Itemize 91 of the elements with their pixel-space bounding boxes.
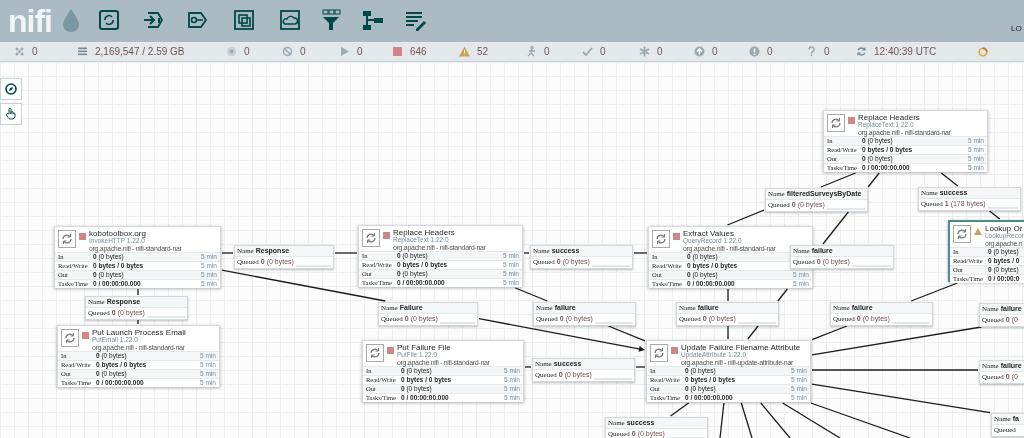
status-count: 0 — [300, 45, 306, 59]
funnel-icon[interactable] — [320, 9, 342, 32]
connection-line[interactable] — [822, 211, 849, 245]
processor-name: kobotoolbox.org — [89, 230, 147, 238]
stopped-icon — [387, 347, 394, 354]
connection-arrow[interactable] — [478, 318, 645, 352]
cluster-icon — [14, 46, 25, 57]
pan-button[interactable] — [0, 103, 22, 125]
navigate-button[interactable] — [0, 78, 22, 100]
connection-line[interactable] — [514, 287, 548, 302]
status-count: 0 — [357, 45, 363, 59]
stopped-icon — [383, 232, 390, 239]
spinner-icon — [978, 46, 988, 57]
up-arrow-circle-icon — [694, 46, 705, 57]
status-count: 0 — [824, 45, 830, 59]
connection-line[interactable] — [811, 325, 848, 341]
processor-name: Put Failure File — [397, 344, 452, 352]
connection-line[interactable] — [669, 402, 690, 417]
processor-icon — [827, 114, 845, 132]
remote-group-icon[interactable] — [279, 9, 301, 32]
connection-line[interactable] — [867, 172, 880, 188]
stopped-icon — [671, 347, 678, 354]
question-mark-icon — [806, 46, 817, 57]
connection-line[interactable] — [607, 325, 646, 342]
not-transmitting-icon — [282, 46, 293, 57]
processor-card[interactable] — [646, 340, 811, 402]
template-icon[interactable] — [362, 9, 384, 32]
status-count: 646 — [410, 45, 427, 59]
processor-icon[interactable] — [98, 9, 120, 32]
connection-line[interactable] — [811, 326, 983, 356]
hand-pointer-icon — [5, 108, 17, 120]
checkmark-icon — [582, 46, 593, 57]
status-count: 0 — [657, 45, 663, 59]
stopped-icon — [673, 233, 680, 240]
process-group-icon[interactable] — [233, 9, 255, 32]
processor-icon — [652, 230, 670, 248]
processor-name: Put Launch Process Email — [92, 329, 186, 337]
exclamation-circle-icon — [749, 46, 760, 57]
refresh-icon — [856, 46, 867, 57]
processor-icon — [362, 229, 380, 247]
processor-icon — [366, 344, 384, 362]
status-count: 52 — [477, 45, 489, 59]
connection-line[interactable] — [727, 325, 729, 340]
processor-name: Replace Headers — [393, 229, 456, 237]
status-count: 0 — [712, 45, 718, 59]
connection-line[interactable] — [810, 402, 911, 438]
connection-line[interactable] — [777, 288, 789, 302]
droplet-icon — [62, 8, 80, 32]
list-icon — [77, 46, 88, 57]
connection-line[interactable] — [782, 402, 841, 438]
label-icon[interactable] — [404, 9, 426, 32]
status-count: 12:40:39 UTC — [874, 45, 937, 59]
connection-line[interactable] — [988, 210, 1001, 220]
transmitting-icon — [226, 46, 237, 57]
status-count: 0 — [32, 45, 38, 59]
play-icon — [339, 46, 350, 57]
connection-line[interactable] — [726, 209, 765, 226]
status-count: 0 — [767, 45, 773, 59]
processor-name: Replace Headers — [858, 114, 921, 122]
processor-name: Extract Values — [683, 230, 735, 238]
warning-icon — [459, 46, 470, 57]
connection-line[interactable] — [740, 402, 753, 438]
processor-icon — [61, 329, 79, 347]
stopped-icon — [848, 117, 855, 124]
connection-line[interactable] — [940, 172, 959, 187]
asterisk-icon — [639, 46, 650, 57]
status-count: 0 — [544, 45, 550, 59]
connection-line[interactable] — [820, 172, 857, 188]
connection-line[interactable] — [760, 402, 791, 438]
warning-icon — [974, 228, 982, 235]
figure-icon — [526, 46, 537, 57]
connection-line[interactable] — [137, 319, 139, 325]
nifi-logo: nifi — [8, 2, 52, 40]
status-count: 2,169,547 / 2.59 GB — [95, 45, 185, 59]
stopped-icon — [82, 332, 89, 339]
status-count: 0 — [600, 45, 606, 59]
processor-icon — [650, 344, 668, 362]
connection-line[interactable] — [811, 383, 991, 414]
processor-name: Update Failure Filename Attribute — [681, 344, 801, 352]
processor-name: Lookup Or — [985, 225, 1023, 233]
user-menu-link[interactable]: LO — [1011, 23, 1022, 35]
connection-line[interactable] — [910, 282, 959, 302]
stopped-icon — [79, 233, 86, 240]
connection-line[interactable] — [719, 402, 725, 438]
status-count: 0 — [244, 45, 250, 59]
stop-icon — [392, 46, 403, 57]
processor-icon — [58, 230, 76, 248]
connection-line[interactable] — [747, 325, 759, 340]
compass-icon — [5, 83, 17, 95]
connection-line[interactable] — [137, 288, 139, 296]
processor-icon — [953, 225, 971, 243]
